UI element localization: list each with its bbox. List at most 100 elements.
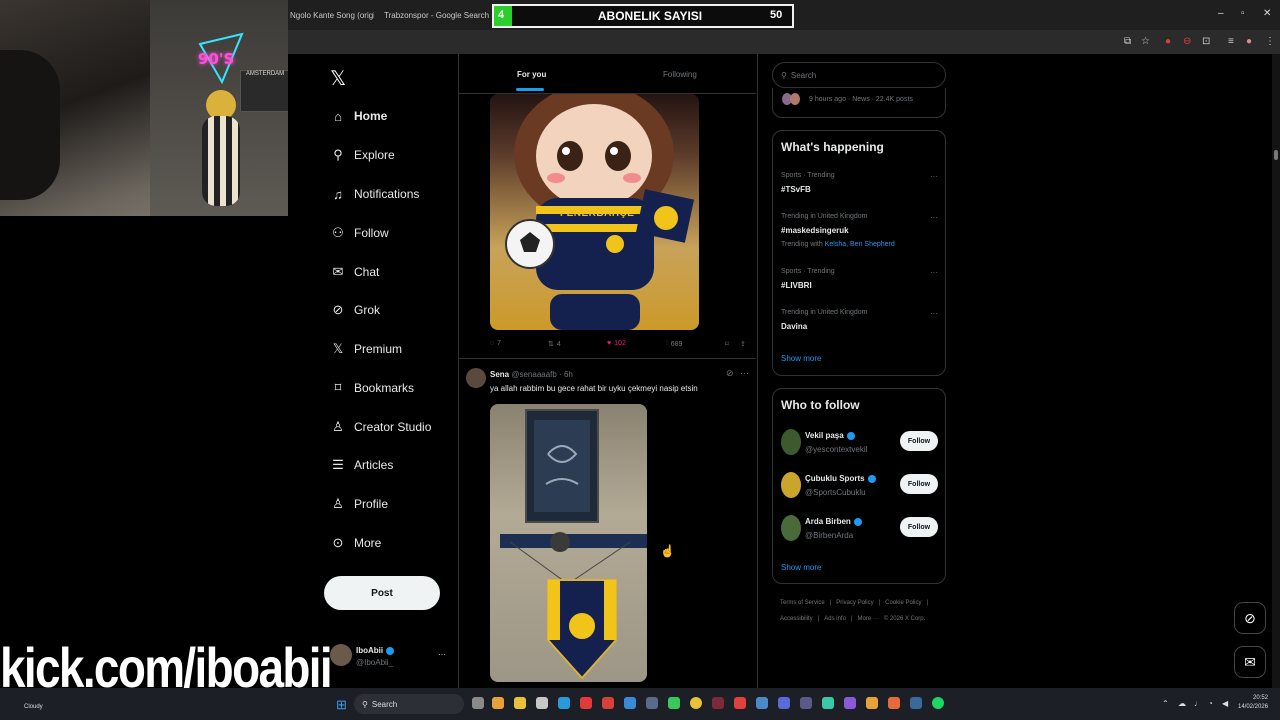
sidebar-item-grok[interactable]: ⊘ Grok — [330, 298, 380, 322]
more-options-icon[interactable]: ··· — [930, 268, 938, 277]
more-options-icon[interactable]: ··· — [930, 213, 938, 222]
network-icon[interactable]: ☁ — [1178, 699, 1186, 708]
app-icon[interactable] — [624, 697, 636, 709]
more-options-icon[interactable]: ··· — [930, 309, 938, 318]
taskbar-search[interactable]: ⚲ Search — [354, 694, 464, 714]
sidebar-item-profile[interactable]: ♙ Profile — [330, 492, 388, 516]
star-icon[interactable]: ☆ — [1141, 36, 1150, 47]
post-handle[interactable]: @senaaaafb — [511, 370, 557, 379]
tab-for-you[interactable]: For you — [517, 70, 546, 79]
post-image[interactable]: FENERBAHÇE — [490, 94, 699, 330]
app-icon[interactable] — [602, 697, 614, 709]
edge-icon[interactable] — [558, 697, 570, 709]
task-view-icon[interactable] — [472, 697, 484, 709]
address-bar[interactable] — [290, 33, 1110, 51]
sidebar-item-articles[interactable]: ☰ Articles — [330, 453, 393, 477]
app-icon[interactable] — [580, 697, 592, 709]
media-icon[interactable]: ≡ — [1228, 36, 1234, 47]
sidebar-item-follow[interactable]: ⚇ Follow — [330, 221, 389, 245]
microphone-icon[interactable]: ♩ — [1194, 699, 1202, 708]
sidebar-item-bookmarks[interactable]: ⌑ Bookmarks — [330, 376, 414, 400]
x-logo-icon[interactable]: 𝕏 — [330, 66, 346, 91]
weather-label[interactable]: Cloudy — [24, 704, 43, 710]
follow-button[interactable]: Follow — [900, 517, 938, 537]
sidebar-item-creator-studio[interactable]: ♙ Creator Studio — [330, 415, 431, 439]
sidebar-item-notifications[interactable]: ♫ Notifications — [330, 182, 419, 206]
more-options-icon[interactable]: ··· — [740, 368, 749, 378]
volume-icon[interactable]: ◀ — [1222, 699, 1228, 708]
sidebar-item-premium[interactable]: 𝕏 Premium — [330, 337, 402, 361]
extension-icon[interactable]: ● — [1165, 36, 1171, 47]
trend-with-names[interactable]: Kelsha, Ben Shepherd — [825, 241, 895, 248]
account-menu-icon[interactable]: ··· — [438, 650, 446, 659]
app-icon[interactable] — [800, 697, 812, 709]
follow-button[interactable]: Follow — [900, 474, 938, 494]
tab-following[interactable]: Following — [663, 70, 697, 79]
app-icon[interactable] — [844, 697, 856, 709]
file-explorer-icon[interactable] — [514, 697, 526, 709]
footer-link[interactable]: Ads info — [824, 616, 846, 622]
show-more-link[interactable]: Show more — [781, 563, 821, 572]
follow-suggestion-name[interactable]: Arda Birben — [805, 517, 862, 526]
follow-button[interactable]: Follow — [900, 431, 938, 451]
store-icon[interactable] — [536, 697, 548, 709]
post-button[interactable]: Post — [324, 576, 440, 610]
footer-link[interactable]: Privacy Policy — [836, 600, 873, 606]
messages-button[interactable]: ✉ — [1234, 646, 1266, 678]
sidebar-item-more[interactable]: ⊙ More — [330, 531, 382, 555]
steam-icon[interactable] — [646, 697, 658, 709]
like-button[interactable]: ♥ 102 — [607, 340, 626, 347]
repost-button[interactable]: ⇅ 4 — [548, 340, 561, 349]
post-image[interactable] — [490, 404, 647, 682]
extensions-icon[interactable]: ⊡ — [1202, 36, 1210, 47]
chrome-icon[interactable] — [690, 697, 702, 709]
follow-suggestion-name[interactable]: Vekil paşa — [805, 431, 855, 440]
install-icon[interactable]: ⧉ — [1124, 36, 1131, 47]
search-input[interactable]: ⚲ Search — [772, 62, 946, 88]
footer-link[interactable]: Terms of Service — [780, 600, 825, 606]
app-icon[interactable] — [866, 697, 878, 709]
post-author[interactable]: Sena — [490, 370, 509, 379]
show-more-link[interactable]: Show more — [781, 354, 821, 363]
avatar[interactable] — [781, 429, 801, 455]
grok-button[interactable]: ⊘ — [1234, 602, 1266, 634]
avatar[interactable] — [781, 515, 801, 541]
chevron-up-icon[interactable]: ⌃ — [1162, 699, 1169, 708]
app-icon[interactable] — [734, 697, 746, 709]
browser-tab[interactable]: Ngolo Kante Song (origi × — [290, 4, 374, 26]
app-icon[interactable] — [888, 697, 900, 709]
post-time[interactable]: · 6h — [559, 370, 573, 379]
share-button[interactable]: ⇪ — [740, 340, 746, 348]
views-button[interactable]: ⫶ 689 — [666, 340, 682, 348]
wifi-icon[interactable]: ◔ — [1208, 699, 1213, 708]
app-icon[interactable] — [668, 697, 680, 709]
spotify-icon[interactable] — [932, 697, 944, 709]
footer-link[interactable]: More ··· — [858, 616, 879, 622]
kebab-menu-icon[interactable]: ⋮ — [1265, 36, 1275, 47]
bookmark-button[interactable]: ⌑ — [725, 340, 729, 348]
windows-start-icon[interactable]: ⊞ — [336, 697, 347, 713]
sidebar-item-chat[interactable]: ✉ Chat — [330, 260, 380, 284]
app-icon[interactable] — [910, 697, 922, 709]
sidebar-item-explore[interactable]: ⚲ Explore — [330, 143, 394, 167]
extension-icon[interactable]: ⊖ — [1183, 36, 1191, 47]
close-window-icon[interactable]: ✕ — [1263, 8, 1271, 19]
app-icon[interactable] — [756, 697, 768, 709]
footer-link[interactable]: Cookie Policy — [885, 600, 921, 606]
maximize-icon[interactable]: ▫ — [1241, 8, 1245, 19]
follow-suggestion-name[interactable]: Çubuklu Sports — [805, 474, 876, 483]
grok-icon[interactable]: ⊘ — [726, 368, 734, 379]
discord-icon[interactable] — [778, 697, 790, 709]
browser-tab[interactable]: Trabzonspor - Google Search × — [380, 4, 490, 26]
avatar[interactable] — [781, 472, 801, 498]
scrollbar-thumb[interactable] — [1274, 150, 1278, 160]
profile-icon[interactable]: ● — [1246, 36, 1252, 47]
taskbar-clock[interactable]: 20:52 14/02/2026 — [1238, 694, 1268, 712]
minimize-icon[interactable]: – — [1218, 8, 1224, 19]
reply-button[interactable]: ◌ 7 — [490, 340, 501, 347]
footer-link[interactable]: Accessibility — [780, 616, 813, 622]
app-icon[interactable] — [712, 697, 724, 709]
account-switcher[interactable]: IboAbii @IboAbii_ ··· — [330, 644, 450, 674]
avatar[interactable] — [466, 368, 486, 388]
more-options-icon[interactable]: ··· — [930, 172, 938, 181]
